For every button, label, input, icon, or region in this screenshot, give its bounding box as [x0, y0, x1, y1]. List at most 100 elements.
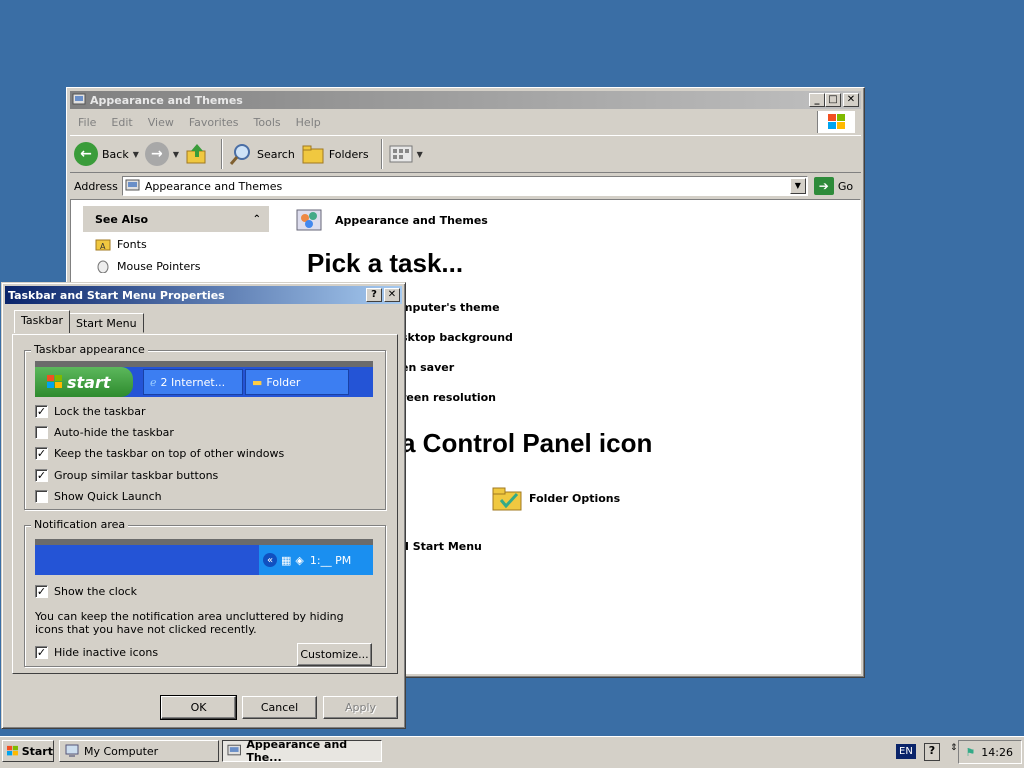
my-computer-icon — [65, 744, 79, 757]
control-panel-heading: a Control Panel icon — [401, 428, 653, 458]
back-arrow-icon: ← — [74, 142, 98, 166]
taskbar-start-menu-link[interactable]: d Start Menu — [401, 540, 482, 553]
quick-launch-checkbox[interactable]: Show Quick Launch — [35, 490, 162, 503]
minimize-button[interactable]: _ — [809, 93, 825, 107]
go-button[interactable]: ➔ Go — [813, 177, 853, 195]
show-clock-box: ✓ — [35, 585, 48, 598]
search-icon — [229, 144, 251, 165]
task-screen-saver[interactable]: en saver — [401, 361, 454, 374]
taskbar-preview: start ℯ 2 Internet... ▬ Folder — [35, 361, 373, 397]
preview-tray: « ▦ ◈ 1:__ PM — [259, 545, 373, 575]
lock-taskbar-checkbox[interactable]: ✓ Lock the taskbar — [35, 405, 146, 418]
preview-folder-label: Folder — [266, 375, 301, 389]
standard-toolbar: ← Back ▼ → ▼ Search Folders ▼ — [70, 135, 861, 173]
group-buttons-box: ✓ — [35, 469, 48, 482]
menu-file[interactable]: File — [78, 116, 96, 129]
start-button[interactable]: Start — [2, 740, 54, 762]
folder-options-link[interactable]: Folder Options — [491, 484, 620, 512]
menu-tools[interactable]: Tools — [254, 116, 281, 129]
address-input[interactable]: Appearance and Themes ▼ — [121, 176, 808, 196]
tab-taskbar[interactable]: Taskbar — [14, 310, 70, 333]
views-button[interactable]: ▼ — [389, 144, 423, 164]
taskbar-item-appearance[interactable]: Appearance and The... — [222, 738, 382, 764]
help-button[interactable]: ? — [366, 288, 382, 302]
tray-expand-icon[interactable]: ⇕ — [950, 743, 958, 753]
taskbar-item-appearance-label: Appearance and The... — [246, 738, 348, 764]
explorer-titlebar[interactable]: Appearance and Themes _ □ ✕ — [70, 91, 861, 109]
folders-icon — [302, 145, 324, 164]
notification-preview: « ▦ ◈ 1:__ PM — [35, 539, 373, 575]
tab-strip: Taskbar Start Menu — [14, 310, 144, 333]
taskbar-appearance-legend: Taskbar appearance — [31, 343, 148, 356]
taskbar-item-my-computer[interactable]: My Computer — [59, 740, 219, 762]
dialog-close-button[interactable]: ✕ — [384, 288, 400, 302]
keep-on-top-checkbox[interactable]: ✓ Keep the taskbar on top of other windo… — [35, 447, 284, 460]
go-arrow-icon: ➔ — [813, 177, 834, 195]
preview-internet-item: ℯ 2 Internet... — [143, 369, 243, 395]
see-also-mouse-pointers[interactable]: Mouse Pointers — [83, 256, 269, 276]
folders-button[interactable]: Folders — [301, 143, 369, 165]
auto-hide-checkbox[interactable]: Auto-hide the taskbar — [35, 426, 174, 439]
tray-network-icon[interactable]: ⚑ — [965, 746, 975, 759]
menu-help[interactable]: Help — [296, 116, 321, 129]
maximize-button[interactable]: □ — [825, 93, 841, 107]
control-panel-icon — [227, 744, 241, 756]
hide-inactive-checkbox[interactable]: ✓ Hide inactive icons — [35, 646, 158, 659]
notification-note: You can keep the notification area unclu… — [35, 610, 344, 636]
network-icon: ▦ — [281, 553, 292, 567]
task-change-theme[interactable]: mputer's theme — [401, 301, 500, 314]
system-tray: ⚑ 14:26 — [958, 740, 1022, 764]
forward-button[interactable]: → ▼ — [144, 142, 179, 166]
help-icon[interactable]: ? — [924, 743, 940, 761]
folder-options-label: Folder Options — [529, 491, 621, 505]
auto-hide-box — [35, 426, 48, 439]
task-desktop-background[interactable]: sktop background — [401, 331, 513, 344]
up-folder-button[interactable] — [185, 142, 209, 166]
forward-dropdown-icon[interactable]: ▼ — [173, 150, 179, 159]
menu-favorites[interactable]: Favorites — [189, 116, 239, 129]
toolbar-separator — [221, 139, 224, 169]
address-value: Appearance and Themes — [144, 179, 283, 193]
task-screen-resolution[interactable]: reen resolution — [401, 391, 496, 404]
see-also-header[interactable]: See Also ⌃ — [83, 206, 269, 232]
see-also-title: See Also — [95, 212, 149, 226]
preview-start-label: start — [67, 372, 111, 392]
windows-flag-icon — [47, 375, 62, 388]
explorer-title: Appearance and Themes — [90, 93, 243, 107]
pick-a-task-heading: Pick a task... — [307, 248, 464, 278]
control-panel-icon — [125, 179, 140, 191]
ok-button[interactable]: OK — [160, 695, 237, 720]
expand-tray-icon: « — [263, 553, 277, 567]
control-panel-icon — [72, 93, 86, 105]
tab-start-menu[interactable]: Start Menu — [69, 313, 144, 333]
show-clock-checkbox[interactable]: ✓ Show the clock — [35, 585, 137, 598]
taskbar-clock[interactable]: 14:26 — [981, 746, 1013, 759]
search-label: Search — [257, 147, 295, 161]
menu-edit[interactable]: Edit — [111, 116, 132, 129]
back-dropdown-icon[interactable]: ▼ — [133, 150, 139, 159]
group-buttons-checkbox[interactable]: ✓ Group similar taskbar buttons — [35, 469, 218, 482]
apply-button[interactable]: Apply — [323, 696, 398, 719]
hide-inactive-label: Hide inactive icons — [54, 646, 159, 659]
collapse-chevron-icon[interactable]: ⌃ — [253, 214, 261, 225]
cancel-button[interactable]: Cancel — [242, 696, 317, 719]
folder-icon: ▬ — [252, 375, 263, 389]
search-button[interactable]: Search — [229, 142, 295, 166]
dialog-titlebar[interactable]: Taskbar and Start Menu Properties ? ✕ — [5, 286, 402, 304]
quick-launch-box — [35, 490, 48, 503]
close-button[interactable]: ✕ — [843, 93, 859, 107]
taskbar: Start My Computer Appearance and The... … — [0, 736, 1024, 768]
back-button[interactable]: ← Back ▼ — [74, 142, 139, 166]
see-also-fonts-label: Fonts — [117, 237, 147, 251]
views-dropdown-icon: ▼ — [416, 149, 423, 159]
windows-flag-icon — [7, 745, 18, 756]
address-label: Address — [74, 179, 118, 193]
language-indicator[interactable]: EN — [896, 744, 916, 759]
address-dropdown-icon[interactable]: ▼ — [789, 178, 806, 194]
folder-options-icon — [492, 487, 522, 511]
toolbar-separator — [380, 139, 383, 169]
see-also-fonts[interactable]: A Fonts — [83, 234, 269, 254]
menu-view[interactable]: View — [148, 116, 174, 129]
lock-taskbar-label: Lock the taskbar — [54, 405, 146, 418]
customize-button[interactable]: Customize... — [297, 643, 372, 666]
